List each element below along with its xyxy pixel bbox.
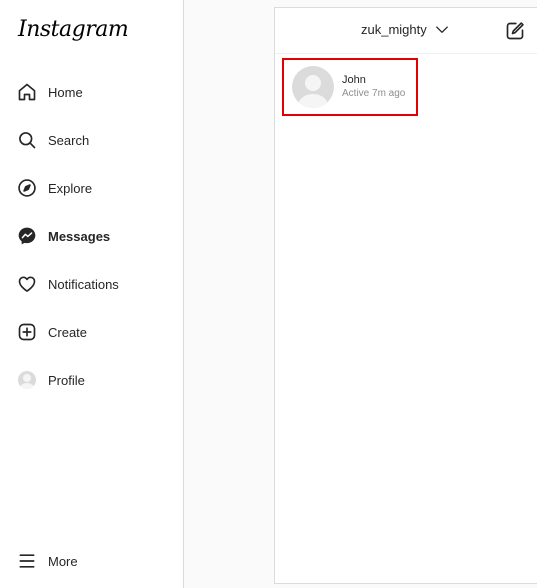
instagram-logo[interactable]: Instagram <box>18 17 129 42</box>
compose-icon <box>505 21 525 41</box>
hamburger-menu-icon <box>17 551 37 571</box>
sidebar-item-label: Search <box>48 132 90 148</box>
sidebar-item-home[interactable]: Home <box>0 72 184 112</box>
sidebar-item-search[interactable]: Search <box>0 120 184 160</box>
conversation-name: John <box>342 74 366 86</box>
sidebar-item-profile[interactable]: Profile <box>0 360 184 400</box>
avatar-icon <box>17 370 37 390</box>
messenger-icon <box>17 226 37 246</box>
active-status: Active 7m ago <box>342 88 406 99</box>
sidebar-item-notifications[interactable]: Notifications <box>0 264 184 304</box>
sidebar: Instagram Home Search Explore Messages N… <box>0 0 184 588</box>
sidebar-item-create[interactable]: Create <box>0 312 184 352</box>
heart-icon <box>17 274 37 294</box>
search-icon <box>17 130 37 150</box>
avatar <box>292 66 334 108</box>
conversation-item[interactable]: John Active 7m ago <box>282 58 418 116</box>
compass-icon <box>17 178 37 198</box>
sidebar-item-label: Explore <box>48 180 93 196</box>
sidebar-item-label: Notifications <box>48 276 119 292</box>
account-switcher[interactable]: zuk_mighty <box>361 22 449 37</box>
new-message-button[interactable] <box>505 21 525 41</box>
account-username: zuk_mighty <box>361 22 427 37</box>
chevron-down-icon <box>435 23 449 37</box>
sidebar-item-label: Profile <box>48 372 85 388</box>
sidebar-item-messages[interactable]: Messages <box>0 216 184 256</box>
home-icon <box>17 82 37 102</box>
sidebar-item-label: Messages <box>48 228 111 244</box>
more-menu-button[interactable]: More <box>0 541 184 581</box>
inbox-panel: zuk_mighty John Active 7m ago <box>274 7 537 584</box>
more-label: More <box>48 553 78 569</box>
sidebar-item-label: Create <box>48 324 88 340</box>
sidebar-item-explore[interactable]: Explore <box>0 168 184 208</box>
inbox-header: zuk_mighty <box>275 8 537 54</box>
plus-square-icon <box>17 322 37 342</box>
sidebar-item-label: Home <box>48 84 83 100</box>
